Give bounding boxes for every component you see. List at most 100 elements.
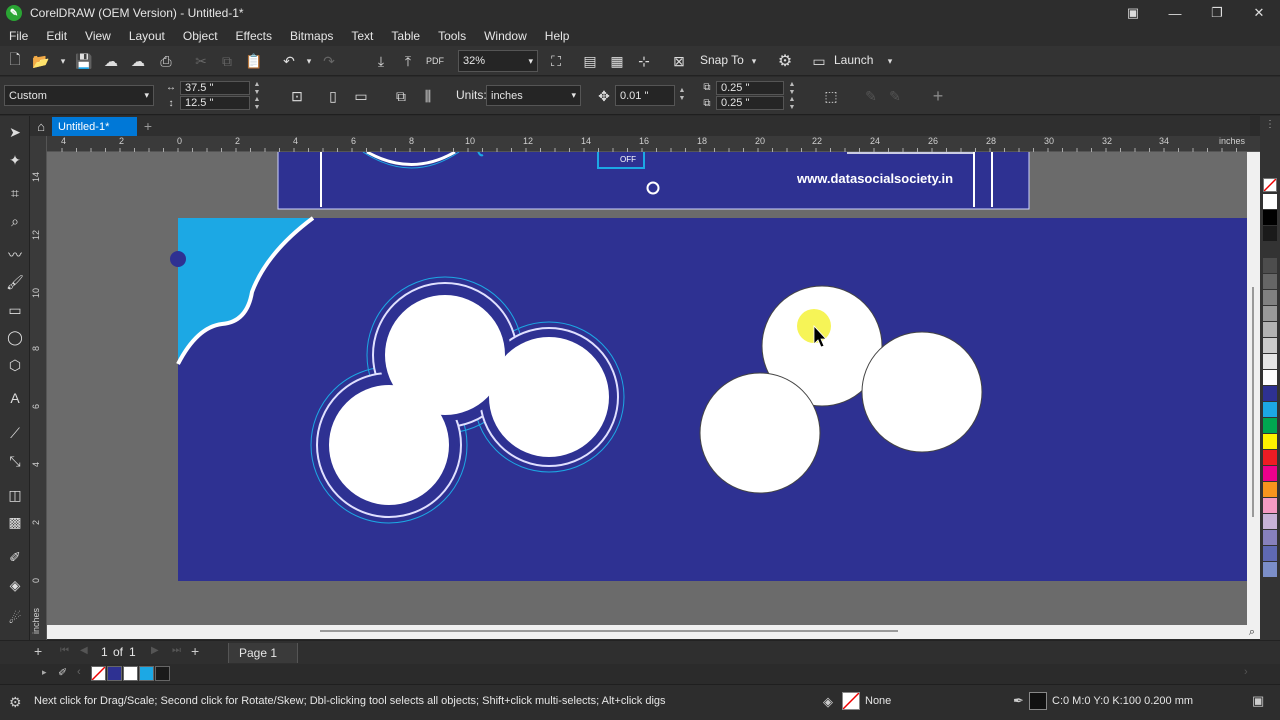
palette-swatch[interactable] [1263, 418, 1277, 433]
document-palette-swatch[interactable] [91, 666, 106, 681]
horizontal-scroll-thumb[interactable] [320, 630, 898, 632]
treat-as-filled-icon[interactable]: ⬚ [820, 85, 842, 107]
palette-swatch[interactable] [1263, 466, 1277, 481]
palette-swatch[interactable] [1263, 306, 1277, 321]
palette-swatch[interactable] [1263, 562, 1277, 577]
alignment-guides-icon[interactable]: ⊠ [668, 50, 690, 72]
new-document-icon[interactable]: 🗋 [4, 50, 26, 72]
full-screen-icon[interactable]: ⛶ [545, 50, 567, 72]
cloud-export-icon[interactable]: ☁ [127, 50, 149, 72]
close-button[interactable]: ✕ [1238, 0, 1280, 26]
palette-swatch[interactable] [1263, 514, 1277, 529]
menu-bitmaps[interactable]: Bitmaps [281, 29, 342, 43]
add-page-before-icon[interactable]: + [34, 643, 42, 659]
color-proof-icon[interactable]: ▣ [1252, 693, 1264, 709]
next-page-icon[interactable]: ▶ [151, 645, 159, 656]
menu-table[interactable]: Table [382, 29, 429, 43]
document-palette-swatch[interactable] [123, 666, 138, 681]
document-palette-swatch[interactable] [139, 666, 154, 681]
vertical-scroll-thumb[interactable] [1252, 287, 1254, 517]
new-tab-icon[interactable]: + [140, 117, 156, 135]
palette-swatch[interactable] [1263, 226, 1277, 241]
menu-help[interactable]: Help [536, 29, 579, 43]
artistic-media-icon[interactable]: 🖌 [4, 271, 26, 293]
palette-swatch[interactable] [1263, 258, 1277, 273]
palette-menu-icon[interactable]: ⋮ [1263, 119, 1277, 131]
fill-color-swatch[interactable] [842, 692, 860, 710]
launch-dropdown-icon[interactable]: ▾ [879, 50, 901, 72]
open-dropdown-icon[interactable]: ▾ [52, 50, 74, 72]
menu-layout[interactable]: Layout [120, 29, 174, 43]
menu-text[interactable]: Text [342, 29, 382, 43]
menu-tools[interactable]: Tools [429, 29, 475, 43]
home-icon[interactable]: ⌂ [32, 117, 50, 135]
parallel-dimension-icon[interactable]: ⟋ [4, 422, 26, 444]
menu-effects[interactable]: Effects [227, 29, 281, 43]
paste-icon[interactable]: 📋 [243, 50, 265, 72]
snap-to-dropdown-icon[interactable]: ▾ [743, 50, 765, 72]
vertical-scrollbar[interactable] [1247, 152, 1260, 625]
palette-swatch[interactable] [1263, 482, 1277, 497]
menu-view[interactable]: View [76, 29, 120, 43]
drop-shadow-icon[interactable]: ◫ [4, 484, 26, 506]
all-pages-size-icon[interactable]: ⊡ [286, 85, 308, 107]
palette-swatch[interactable] [1263, 386, 1277, 401]
show-grid-icon[interactable]: ▦ [606, 50, 628, 72]
ellipse-tool-icon[interactable]: ◯ [4, 326, 26, 348]
launch-label[interactable]: Launch [834, 53, 873, 67]
palette-swatch[interactable] [1263, 210, 1277, 225]
palette-swatch[interactable] [1263, 322, 1277, 337]
print-icon[interactable]: ⎙ [155, 50, 177, 72]
vertical-ruler[interactable]: 14 12 10 8 6 4 2 0 inches [30, 136, 47, 640]
first-page-icon[interactable]: ⏮ [60, 645, 69, 656]
cut-icon[interactable]: ✂ [190, 50, 212, 72]
options-gear-icon[interactable]: ⚙ [774, 50, 796, 72]
rectangle-tool-icon[interactable]: ▭ [4, 299, 26, 321]
menu-edit[interactable]: Edit [37, 29, 76, 43]
connector-tool-icon[interactable]: ⤡ [4, 450, 26, 472]
status-gear-icon[interactable]: ⚙ [9, 694, 22, 711]
smart-fill-icon[interactable]: ☄ [4, 607, 26, 629]
duplicate-y-spinner[interactable]: ▲ ▼ [787, 96, 797, 112]
snap-to-label[interactable]: Snap To [700, 53, 744, 67]
show-rulers-icon[interactable]: ▤ [579, 50, 601, 72]
menu-window[interactable]: Window [475, 29, 536, 43]
horizontal-ruler[interactable]: 4 2 0 2 4 6 8 10 12 14 16 18 20 22 24 26… [47, 136, 1260, 152]
copy-icon[interactable]: ⧉ [216, 50, 238, 72]
document-palette-swatch[interactable] [155, 666, 170, 681]
text-tool-icon[interactable]: A [4, 387, 26, 409]
chevron-right-icon[interactable]: › [1244, 666, 1248, 678]
palette-swatch[interactable] [1263, 370, 1277, 385]
edit2-disabled-icon[interactable]: ✎ [884, 85, 906, 107]
page-tab-1[interactable]: Page 1 [228, 643, 298, 663]
tab-untitled-1[interactable]: Untitled-1* [52, 117, 137, 136]
palette-swatch[interactable] [1263, 498, 1277, 513]
minimize-button[interactable]: — [1154, 0, 1196, 26]
units-select[interactable]: inches ▾ [486, 85, 581, 106]
duplicate-x-spinner[interactable]: ▲ ▼ [787, 81, 797, 97]
eyedropper-icon[interactable]: ✐ [4, 546, 26, 568]
freehand-tool-icon[interactable]: 〰 [4, 244, 26, 266]
save-icon[interactable]: 💾 [73, 50, 95, 72]
landscape-icon[interactable]: ▭ [350, 85, 372, 107]
last-page-icon[interactable]: ⏭ [172, 645, 181, 656]
pick-tool-icon[interactable]: ➤ [4, 121, 26, 143]
expand-arrow-icon[interactable]: ▸ [42, 667, 47, 678]
add-page-after-icon[interactable]: + [191, 643, 199, 659]
nudge-distance-field[interactable]: 0.01 " [615, 85, 675, 106]
edit-disabled-icon[interactable]: ✎ [860, 85, 882, 107]
palette-swatch[interactable] [1263, 530, 1277, 545]
chevron-left-icon[interactable]: ‹ [77, 666, 81, 678]
palette-swatch[interactable] [1263, 242, 1277, 257]
eyedropper-icon[interactable]: ✐ [58, 666, 67, 679]
previous-page-icon[interactable]: ◀ [80, 645, 88, 656]
transparency-tool-icon[interactable]: ▩ [4, 511, 26, 533]
duplicate-y-field[interactable]: 0.25 " [716, 96, 784, 110]
menu-object[interactable]: Object [174, 29, 227, 43]
interactive-fill-icon[interactable]: ◈ [4, 574, 26, 596]
add-toolbar-icon[interactable]: + [927, 85, 949, 107]
crop-tool-icon[interactable]: ⌗ [4, 182, 26, 204]
zoom-navigator-icon[interactable]: ⌕ [1245, 625, 1259, 639]
profile-icon[interactable]: ▣ [1112, 0, 1154, 26]
show-guidelines-icon[interactable]: ⊹ [633, 50, 655, 72]
